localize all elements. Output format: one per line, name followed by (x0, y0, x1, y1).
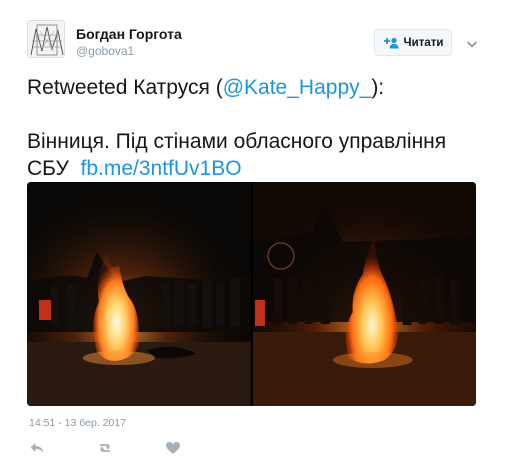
tweet-line-3-text: СБУ (27, 157, 81, 180)
tweet-line-1: Retweeted Катруся (@Kate_Happy_): (27, 74, 487, 101)
follow-button[interactable]: Читати (374, 29, 452, 56)
retweet-suffix: ): (371, 76, 385, 99)
bonfire-photo-1[interactable] (27, 182, 251, 406)
follow-button-label: Читати (403, 36, 444, 49)
like-icon[interactable] (165, 440, 181, 456)
tweet-timestamp[interactable]: 14:51 - 13 бер. 2017 (29, 417, 126, 429)
media-grid (27, 182, 476, 406)
tweet-line-3: СБУ fb.me/3ntfUv1BO (27, 155, 487, 182)
reply-icon[interactable] (29, 440, 45, 456)
avatar[interactable] (27, 20, 65, 58)
url-link[interactable]: fb.me/3ntfUv1BO (80, 157, 241, 180)
tweet-line-2: Вінниця. Під стінами обласного управлінн… (27, 130, 447, 153)
tweet-text: Retweeted Катруся (@Kate_Happy_): Вінниц… (27, 74, 487, 182)
bonfire-photo-2[interactable] (252, 182, 476, 406)
add-user-icon (383, 37, 399, 49)
tweet: Богдан Горгота @gobova1 Читати Retweeted… (0, 0, 506, 476)
user-name[interactable]: Богдан Горгота (76, 26, 182, 42)
user-handle[interactable]: @gobova1 (76, 44, 134, 58)
tweet-actions (29, 440, 233, 456)
retweet-icon[interactable] (97, 440, 113, 456)
mention-link[interactable]: @Kate_Happy_ (223, 76, 372, 99)
chevron-down-icon[interactable] (466, 36, 478, 48)
retweet-prefix: Retweeted Катруся ( (27, 76, 223, 99)
